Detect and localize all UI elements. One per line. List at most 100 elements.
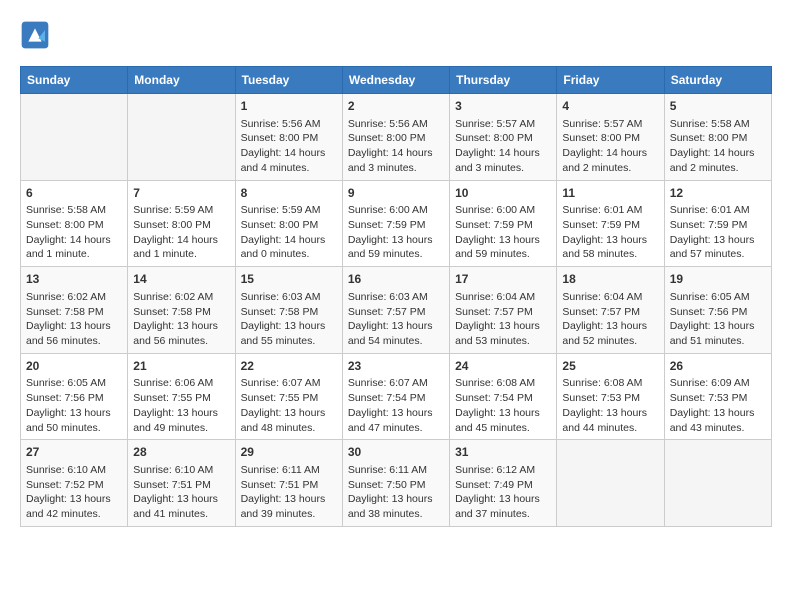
day-info: Sunrise: 6:05 AM: [26, 376, 122, 391]
day-info: Sunrise: 6:04 AM: [455, 290, 551, 305]
day-info: Daylight: 14 hours and 1 minute.: [26, 233, 122, 262]
day-info: Sunrise: 6:12 AM: [455, 463, 551, 478]
day-info: Sunset: 7:58 PM: [26, 305, 122, 320]
day-info: Sunset: 7:57 PM: [562, 305, 658, 320]
weekday-header: Sunday: [21, 67, 128, 94]
day-info: Sunrise: 6:07 AM: [241, 376, 337, 391]
day-info: Sunrise: 6:01 AM: [562, 203, 658, 218]
day-number: 19: [670, 271, 766, 288]
day-info: Sunrise: 6:03 AM: [348, 290, 444, 305]
calendar-cell: 13Sunrise: 6:02 AMSunset: 7:58 PMDayligh…: [21, 267, 128, 354]
calendar-cell: 28 Sunrise: 6:10 AMSunset: 7:51 PMDayligh…: [128, 440, 235, 527]
calendar-cell: 2Sunrise: 5:56 AMSunset: 8:00 PMDaylight…: [342, 94, 449, 181]
day-info: Daylight: 14 hours and 4 minutes.: [241, 146, 337, 175]
day-info: Daylight: 13 hours and 54 minutes.: [348, 319, 444, 348]
day-number: 2: [348, 98, 444, 115]
day-info: Daylight: 13 hours and 59 minutes.: [348, 233, 444, 262]
day-number: 5: [670, 98, 766, 115]
calendar-body: 1Sunrise: 5:56 AMSunset: 8:00 PMDaylight…: [21, 94, 772, 527]
day-number: 10: [455, 185, 551, 202]
day-info: Sunset: 7:54 PM: [348, 391, 444, 406]
day-info: Daylight: 13 hours and 43 minutes.: [670, 406, 766, 435]
calendar-cell: 12Sunrise: 6:01 AMSunset: 7:59 PMDayligh…: [664, 180, 771, 267]
day-info: Sunrise: 6:11 AM: [241, 463, 337, 478]
calendar-cell: 26Sunrise: 6:09 AMSunset: 7:53 PMDayligh…: [664, 353, 771, 440]
day-info: Sunrise: 6:02 AM: [133, 290, 229, 305]
day-info: Sunset: 7:49 PM: [455, 478, 551, 493]
day-info: Sunset: 7:55 PM: [133, 391, 229, 406]
calendar-cell: [664, 440, 771, 527]
day-info: Sunrise: 6:05 AM: [670, 290, 766, 305]
day-info: Sunrise: 5:58 AM: [670, 117, 766, 132]
day-number: 14: [133, 271, 229, 288]
day-info: Sunset: 7:56 PM: [670, 305, 766, 320]
day-info: Daylight: 13 hours and 57 minutes.: [670, 233, 766, 262]
day-info: Sunrise: 5:59 AM: [133, 203, 229, 218]
day-info: Daylight: 13 hours and 52 minutes.: [562, 319, 658, 348]
day-number: 4: [562, 98, 658, 115]
calendar-week-row: 1Sunrise: 5:56 AMSunset: 8:00 PMDaylight…: [21, 94, 772, 181]
day-info: Daylight: 13 hours and 45 minutes.: [455, 406, 551, 435]
calendar-cell: 18Sunrise: 6:04 AMSunset: 7:57 PMDayligh…: [557, 267, 664, 354]
calendar-cell: 11Sunrise: 6:01 AMSunset: 7:59 PMDayligh…: [557, 180, 664, 267]
day-info: Sunrise: 6:00 AM: [455, 203, 551, 218]
day-info: Sunset: 7:51 PM: [133, 478, 229, 493]
day-number: 21: [133, 358, 229, 375]
day-info: Daylight: 13 hours and 49 minutes.: [133, 406, 229, 435]
weekday-header: Monday: [128, 67, 235, 94]
day-info: Sunset: 7:58 PM: [241, 305, 337, 320]
weekday-header: Wednesday: [342, 67, 449, 94]
day-info: Sunset: 8:00 PM: [26, 218, 122, 233]
day-number: 27: [26, 444, 122, 461]
weekday-header: Thursday: [450, 67, 557, 94]
day-info: Daylight: 13 hours and 37 minutes.: [455, 492, 551, 521]
calendar-cell: 24Sunrise: 6:08 AMSunset: 7:54 PMDayligh…: [450, 353, 557, 440]
day-info: Daylight: 13 hours and 56 minutes.: [26, 319, 122, 348]
day-number: 6: [26, 185, 122, 202]
day-info: Sunrise: 5:56 AM: [241, 117, 337, 132]
day-info: Daylight: 14 hours and 3 minutes.: [455, 146, 551, 175]
day-info: Sunrise: 5:59 AM: [241, 203, 337, 218]
day-info: Sunset: 8:00 PM: [670, 131, 766, 146]
day-number: 12: [670, 185, 766, 202]
day-info: Sunrise: 5:56 AM: [348, 117, 444, 132]
day-number: 23: [348, 358, 444, 375]
calendar-cell: 25Sunrise: 6:08 AMSunset: 7:53 PMDayligh…: [557, 353, 664, 440]
day-info: Sunset: 7:59 PM: [670, 218, 766, 233]
day-number: 28: [133, 444, 229, 461]
calendar-cell: 7Sunrise: 5:59 AMSunset: 8:00 PMDaylight…: [128, 180, 235, 267]
day-info: Sunset: 8:00 PM: [562, 131, 658, 146]
day-info: Sunrise: 6:10 AM: [133, 463, 229, 478]
day-info: Sunset: 7:59 PM: [348, 218, 444, 233]
day-info: Sunset: 7:55 PM: [241, 391, 337, 406]
calendar-cell: 22Sunrise: 6:07 AMSunset: 7:55 PMDayligh…: [235, 353, 342, 440]
calendar-cell: 15Sunrise: 6:03 AMSunset: 7:58 PMDayligh…: [235, 267, 342, 354]
calendar-week-row: 13Sunrise: 6:02 AMSunset: 7:58 PMDayligh…: [21, 267, 772, 354]
weekday-row: SundayMondayTuesdayWednesdayThursdayFrid…: [21, 67, 772, 94]
day-info: Daylight: 13 hours and 51 minutes.: [670, 319, 766, 348]
day-info: Daylight: 13 hours and 42 minutes.: [26, 492, 122, 521]
day-info: Sunrise: 5:57 AM: [455, 117, 551, 132]
day-info: Sunrise: 6:01 AM: [670, 203, 766, 218]
day-number: 31: [455, 444, 551, 461]
day-info: Sunset: 7:54 PM: [455, 391, 551, 406]
calendar-cell: 9Sunrise: 6:00 AMSunset: 7:59 PMDaylight…: [342, 180, 449, 267]
day-info: Sunset: 7:51 PM: [241, 478, 337, 493]
day-number: 22: [241, 358, 337, 375]
day-info: Daylight: 13 hours and 50 minutes.: [26, 406, 122, 435]
day-info: Sunset: 7:59 PM: [455, 218, 551, 233]
day-info: Sunset: 8:00 PM: [455, 131, 551, 146]
day-number: 29: [241, 444, 337, 461]
day-info: Daylight: 13 hours and 41 minutes.: [133, 492, 229, 521]
day-info: Sunset: 7:52 PM: [26, 478, 122, 493]
calendar-cell: 6Sunrise: 5:58 AMSunset: 8:00 PMDaylight…: [21, 180, 128, 267]
day-number: 20: [26, 358, 122, 375]
calendar-week-row: 20Sunrise: 6:05 AMSunset: 7:56 PMDayligh…: [21, 353, 772, 440]
day-info: Sunset: 8:00 PM: [348, 131, 444, 146]
day-info: Daylight: 13 hours and 58 minutes.: [562, 233, 658, 262]
day-info: Daylight: 13 hours and 38 minutes.: [348, 492, 444, 521]
logo-icon: [20, 20, 50, 50]
day-info: Sunrise: 6:02 AM: [26, 290, 122, 305]
day-number: 26: [670, 358, 766, 375]
day-info: Sunset: 7:59 PM: [562, 218, 658, 233]
